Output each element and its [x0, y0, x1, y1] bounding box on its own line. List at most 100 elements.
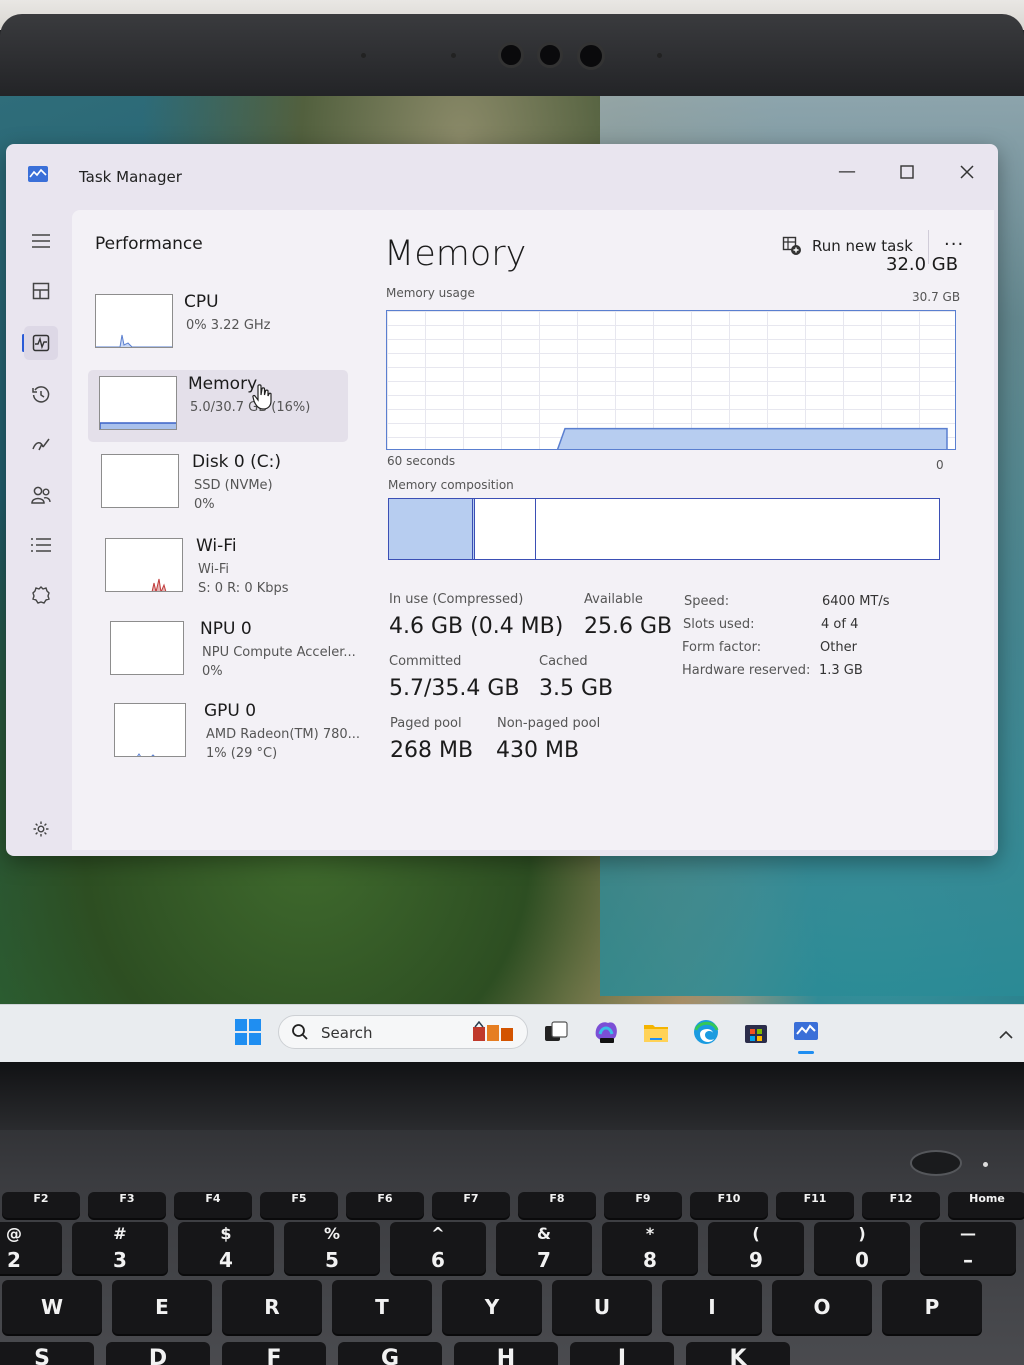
device-wifi[interactable]: Wi-Fi Wi-Fi S: 0 R: 0 Kbps: [88, 532, 348, 604]
key-label: F5: [291, 1192, 307, 1205]
nav-performance[interactable]: [24, 326, 58, 360]
key-shift-label: #: [113, 1224, 127, 1243]
device-detail: SSD (NVMe): [194, 478, 273, 493]
memory-composition-bar: [388, 498, 940, 560]
m365-icon: [595, 1022, 617, 1043]
device-npu[interactable]: NPU 0 NPU Compute Acceler... 0%: [88, 615, 356, 687]
command-bar: Performance Run new task ···: [72, 210, 994, 280]
memory-heading: Memory: [384, 234, 527, 274]
title-bar[interactable]: Task Manager —: [6, 144, 998, 202]
edge-icon: [694, 1020, 719, 1044]
key-shift-label: @: [6, 1224, 22, 1243]
function-key: F10: [690, 1192, 768, 1218]
store-icon: [745, 1025, 767, 1043]
close-button[interactable]: [952, 160, 982, 184]
wifi-thumbnail-graph: [105, 538, 183, 592]
composition-in-use: [389, 499, 475, 559]
tray-chevron-button[interactable]: [998, 1025, 1014, 1044]
number-key: ) 0: [814, 1222, 910, 1274]
device-cpu[interactable]: CPU 0% 3.22 GHz: [88, 288, 348, 360]
device-name: GPU 0: [204, 701, 257, 721]
in-use-label: In use (Compressed): [389, 592, 524, 607]
letter-key: I: [662, 1280, 762, 1334]
microsoft-store-button[interactable]: [742, 1018, 770, 1046]
key-label: F12: [889, 1192, 913, 1205]
device-detail: 1% (29 °C): [206, 746, 278, 761]
nav-settings[interactable]: [24, 812, 58, 846]
spec-value: Other: [820, 640, 857, 655]
task-view-button[interactable]: [542, 1018, 570, 1046]
performance-panel: Performance Run new task ··· CPU 0% 3.22…: [72, 210, 994, 850]
minimize-button[interactable]: —: [832, 160, 862, 184]
run-new-task-icon: [782, 236, 801, 255]
function-key: F6: [346, 1192, 424, 1218]
key-label: 2: [7, 1248, 21, 1272]
start-button[interactable]: [234, 1018, 262, 1046]
key-label: F8: [549, 1192, 565, 1205]
letter-key: G: [338, 1342, 442, 1365]
services-icon: [32, 586, 50, 604]
run-new-task-button[interactable]: Run new task: [782, 236, 913, 256]
letter-key: S: [0, 1342, 94, 1365]
sensor-icon: [361, 53, 366, 58]
task-view-icon: [545, 1021, 568, 1041]
device-memory[interactable]: Memory 5.0/30.7 GB (16%): [88, 370, 348, 442]
maximize-button[interactable]: [892, 160, 922, 184]
key-label: E: [155, 1295, 169, 1319]
details-icon: [31, 538, 51, 552]
function-key: F3: [88, 1192, 166, 1218]
task-manager-window: Task Manager — Performance Run new task …: [6, 144, 998, 856]
key-label: 4: [219, 1248, 233, 1272]
letter-key: H: [454, 1342, 558, 1365]
key-shift-label: &: [537, 1224, 551, 1243]
device-disk[interactable]: Disk 0 (C:) SSD (NVMe) 0%: [88, 448, 348, 520]
device-name: CPU: [184, 292, 219, 312]
nav-app-history[interactable]: [24, 378, 58, 412]
device-detail: AMD Radeon(TM) 780...: [206, 727, 361, 742]
composition-modified: [481, 499, 536, 559]
key-label: F3: [119, 1192, 135, 1205]
power-button: [910, 1150, 962, 1176]
taskbar-search-box[interactable]: Search: [278, 1015, 528, 1049]
key-shift-label: %: [323, 1224, 341, 1243]
device-name: Memory: [188, 374, 258, 394]
nav-startup-apps[interactable]: [24, 428, 58, 462]
paged-pool-label: Paged pool: [390, 716, 462, 731]
function-key: F4: [174, 1192, 252, 1218]
in-use-value: 4.6 GB (0.4 MB): [389, 614, 564, 639]
webcam-icon: [498, 42, 524, 68]
more-options-button[interactable]: ···: [944, 234, 964, 255]
letter-key: R: [222, 1280, 322, 1334]
windows-logo-icon: [235, 1019, 261, 1045]
nav-users[interactable]: [24, 478, 58, 512]
hamburger-menu-button[interactable]: [24, 224, 58, 258]
letter-key: Y: [442, 1280, 542, 1334]
file-explorer-button[interactable]: [642, 1018, 670, 1046]
key-label: 7: [537, 1248, 551, 1272]
nav-details[interactable]: [24, 528, 58, 562]
copilot-m365-button[interactable]: [592, 1018, 620, 1046]
key-label: 0: [855, 1248, 869, 1272]
key-label: R: [264, 1295, 280, 1319]
number-key: #3: [72, 1222, 168, 1274]
npu-thumbnail-graph: [110, 621, 184, 675]
number-key: * 8: [602, 1222, 698, 1274]
nav-processes[interactable]: [24, 274, 58, 308]
letter-key: W: [2, 1280, 102, 1334]
edge-browser-button[interactable]: [692, 1018, 720, 1046]
users-icon: [31, 486, 51, 504]
cpu-thumbnail-graph: [95, 294, 173, 348]
device-gpu[interactable]: GPU 0 AMD Radeon(TM) 780... 1% (29 °C): [88, 697, 360, 769]
device-detail: NPU Compute Acceler...: [202, 645, 356, 660]
letter-key: K: [686, 1342, 790, 1365]
key-label: H: [496, 1346, 516, 1365]
available-label: Available: [584, 592, 643, 607]
spec-label: Hardware reserved:: [682, 663, 811, 678]
key-label: P: [924, 1295, 940, 1319]
spec-value: 4 of 4: [821, 617, 859, 632]
sensor-icon: [657, 53, 662, 58]
task-manager-taskbar-button[interactable]: [792, 1018, 820, 1054]
number-key: (9: [708, 1222, 804, 1274]
nav-services[interactable]: [24, 578, 58, 612]
letter-key: E: [112, 1280, 212, 1334]
